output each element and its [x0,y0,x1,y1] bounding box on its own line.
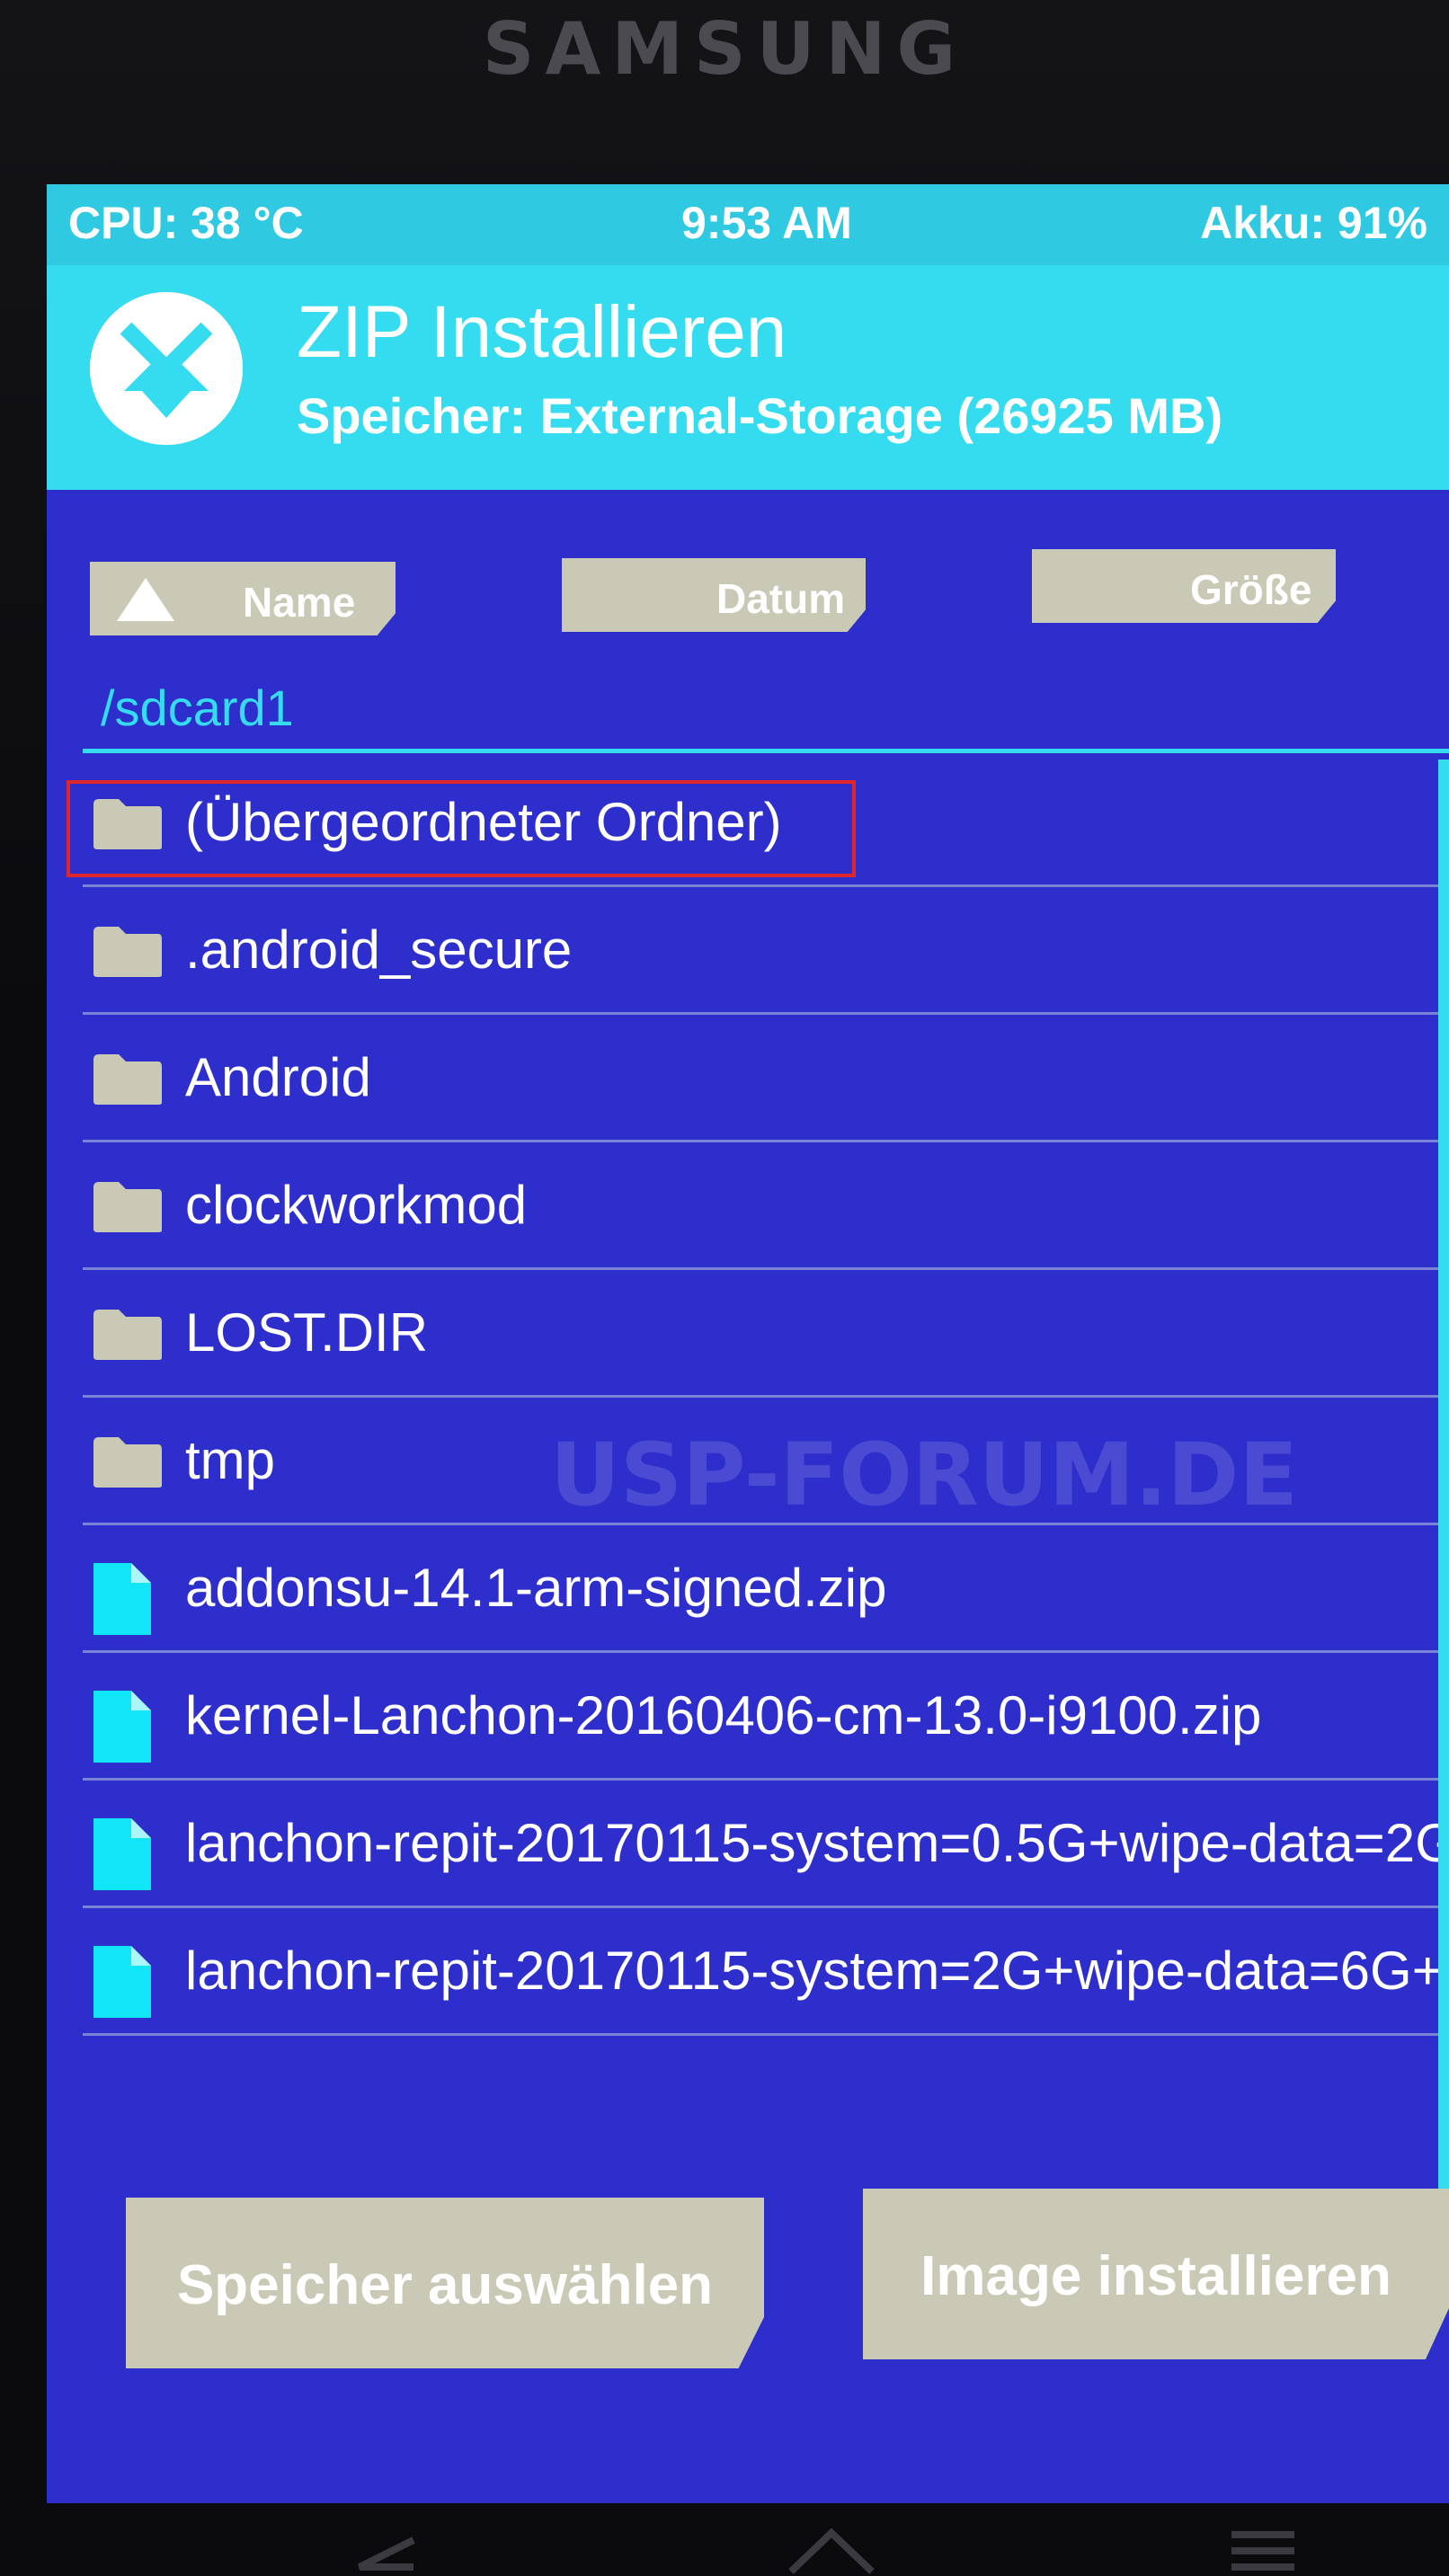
folder-icon [92,1306,164,1366]
brand-logo: SAMSUNG [482,7,967,91]
list-item[interactable]: addonsu-14.1-arm-signed.zip [83,1525,1449,1653]
file-name: addonsu-14.1-arm-signed.zip [185,1558,887,1618]
file-name: Android [185,1047,371,1107]
file-name: kernel-Lanchon-20160406-cm-13.0-i9100.zi… [185,1685,1262,1745]
file-name: tmp [185,1430,276,1490]
select-storage-label: Speicher auswählen [176,2254,714,2316]
install-image-button[interactable]: Image installieren [863,2189,1449,2359]
android-navbar [0,2508,1449,2576]
folder-icon [92,795,164,856]
file-name: lanchon-repit-20170115-system=0.5G+wipe-… [185,1813,1449,1873]
select-storage-button[interactable]: Speicher auswählen [126,2198,764,2368]
file-icon [92,1817,153,1896]
sort-date-button[interactable]: Datum [562,558,866,632]
sort-size-button[interactable]: Größe [1032,549,1336,623]
list-item[interactable]: (Übergeordneter Ordner) [83,759,1449,887]
install-image-label: Image installieren [920,2245,1391,2307]
sort-size-label: Größe [1190,566,1312,613]
sort-ascending-icon [117,578,174,621]
twrp-logo-icon [90,292,243,445]
list-item[interactable]: .android_secure [83,887,1449,1015]
file-name: lanchon-repit-20170115-system=2G+wipe-da… [185,1941,1444,2001]
scrollbar[interactable] [1438,759,1449,2305]
watermark: USP-FORUM.DE [550,1425,1298,1525]
storage-info: Speicher: External-Storage (26925 MB) [297,387,1223,444]
file-icon [92,1689,153,1769]
file-list[interactable]: (Übergeordneter Ordner) .android_secure An… [83,759,1449,2305]
file-name: (Übergeordneter Ordner) [185,792,782,852]
page-title: ZIP Installieren [297,291,787,373]
folder-icon [92,1434,164,1494]
status-bar: CPU: 38 °C 9:53 AM Akku: 91% [47,184,1449,265]
sort-date-label: Datum [716,575,846,622]
phone-device: SAMSUNG CPU: 38 °C 9:53 AM Akku: 91% ZIP… [0,0,1449,2576]
clock: 9:53 AM [681,198,852,248]
current-path: /sdcard1 [101,680,294,736]
back-icon[interactable] [342,2531,422,2576]
file-icon [92,1944,153,2024]
twrp-screen: CPU: 38 °C 9:53 AM Akku: 91% ZIP Install… [47,184,1449,2503]
file-name: LOST.DIR [185,1302,429,1363]
path-divider [83,749,1449,753]
folder-icon [92,1051,164,1111]
list-item[interactable]: LOST.DIR [83,1270,1449,1398]
folder-icon [92,923,164,983]
list-item[interactable]: clockworkmod [83,1142,1449,1270]
folder-icon [92,1178,164,1239]
file-icon [92,1561,153,1641]
menu-icon[interactable] [1222,2522,1303,2576]
list-item[interactable]: kernel-Lanchon-20160406-cm-13.0-i9100.zi… [83,1653,1449,1781]
list-item[interactable]: lanchon-repit-20170115-system=2G+wipe-da… [83,1908,1449,2036]
list-item[interactable]: Android [83,1015,1449,1142]
header: ZIP Installieren Speicher: External-Stor… [47,265,1449,490]
sort-name-button[interactable]: Name [90,562,396,635]
home-icon[interactable] [782,2522,881,2576]
battery-level: Akku: 91% [1200,198,1427,248]
cpu-temperature: CPU: 38 °C [68,198,304,248]
file-name: .android_secure [185,919,573,980]
list-item[interactable]: lanchon-repit-20170115-system=0.5G+wipe-… [83,1781,1449,1908]
file-name: clockworkmod [185,1175,528,1235]
sort-name-label: Name [243,579,356,626]
